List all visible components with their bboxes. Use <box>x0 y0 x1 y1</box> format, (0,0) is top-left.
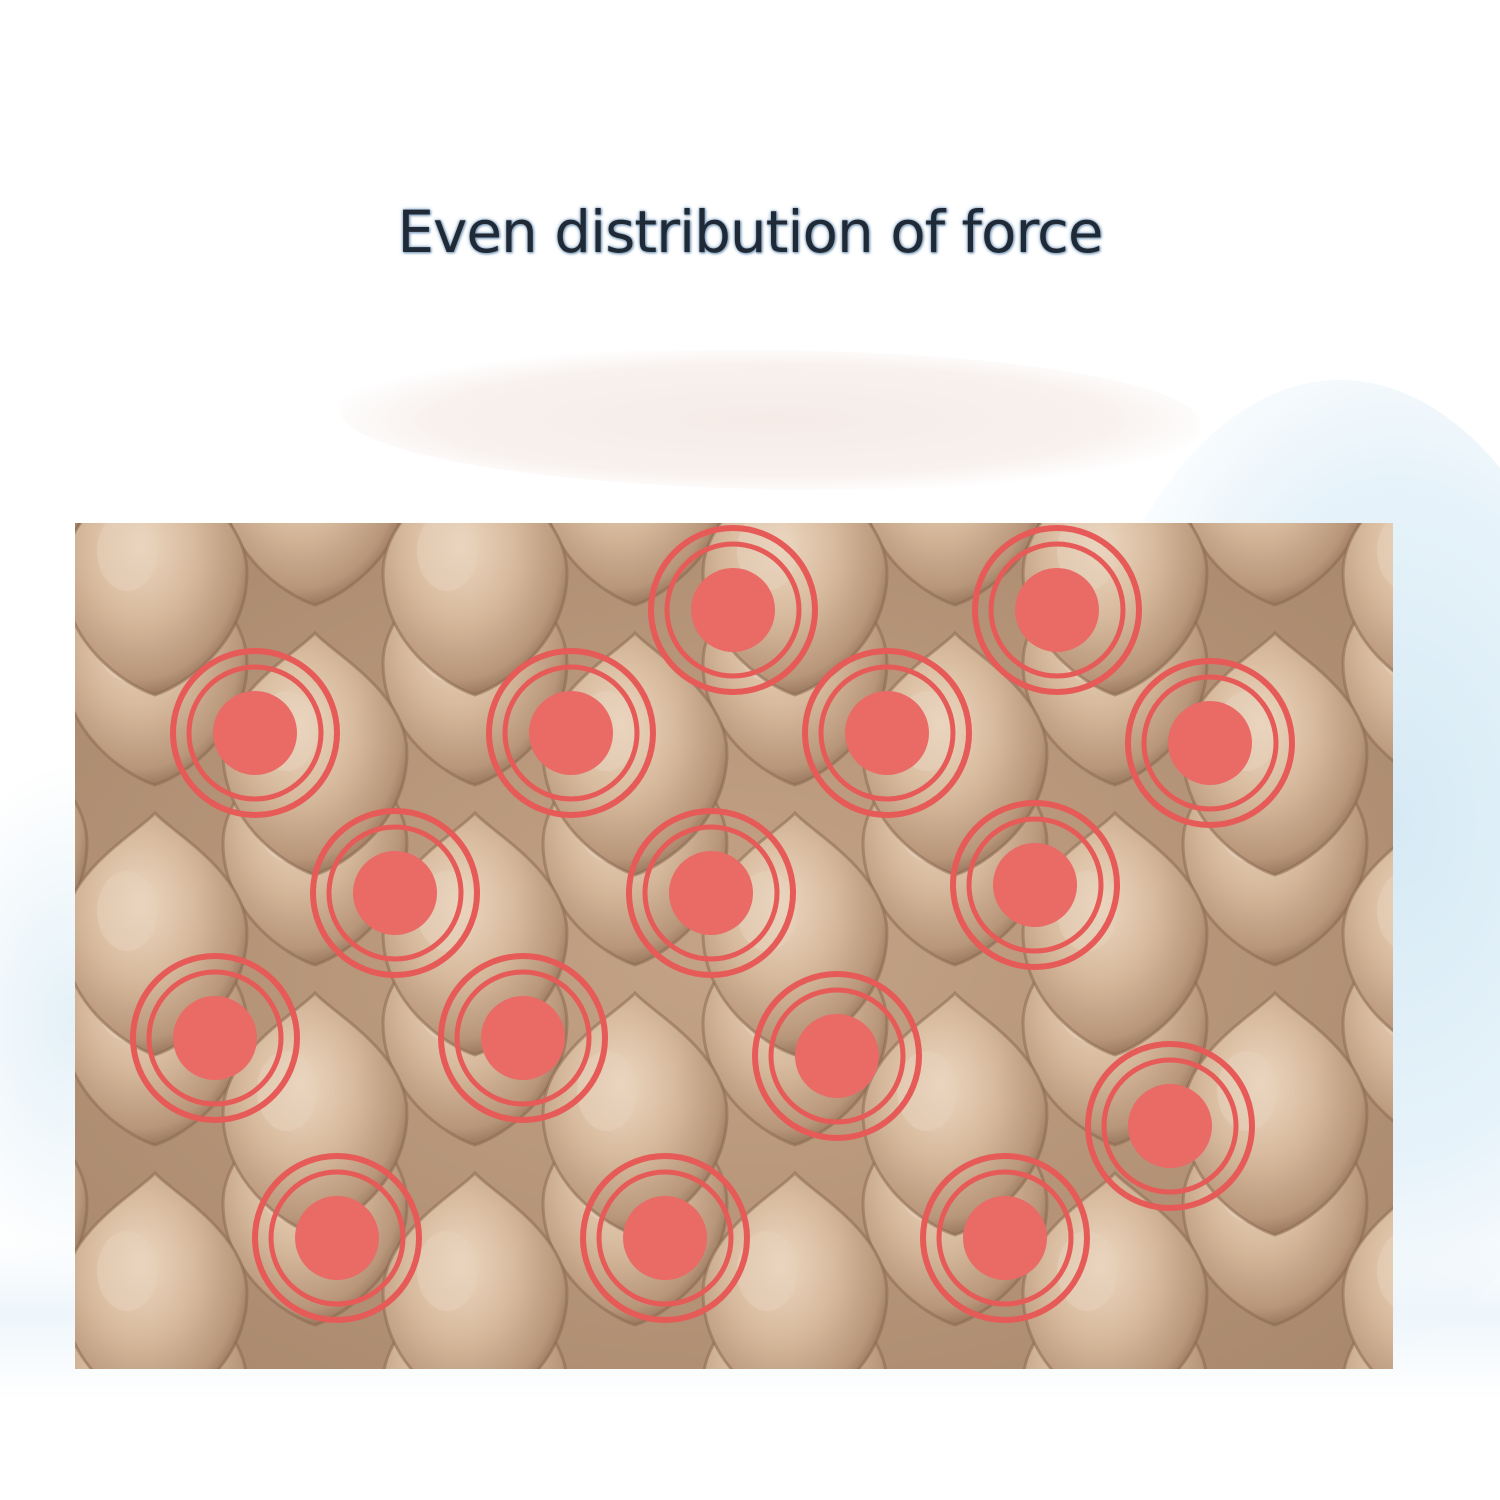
pressure-dot <box>1015 568 1099 652</box>
pressure-dot <box>353 851 437 935</box>
air-cell-highlight <box>97 871 157 951</box>
air-cell-highlight <box>897 1051 957 1131</box>
pressure-dot <box>481 996 565 1080</box>
pressure-dot <box>529 691 613 775</box>
air-cell-highlight <box>97 1231 157 1311</box>
pressure-dot <box>691 568 775 652</box>
pressure-dot <box>963 1196 1047 1280</box>
pressure-dot <box>295 1196 379 1280</box>
pressure-dot <box>213 691 297 775</box>
pressure-dot <box>1128 1084 1212 1168</box>
pressure-dot <box>1168 701 1252 785</box>
pressure-dot <box>845 691 929 775</box>
air-cell-highlight <box>417 1231 477 1311</box>
air-cell-highlight <box>257 1051 317 1131</box>
pressure-dot <box>173 996 257 1080</box>
pressure-dot <box>623 1196 707 1280</box>
air-cell-mattress-icon <box>75 523 1393 1369</box>
pressure-dot <box>993 843 1077 927</box>
pressure-dot <box>669 851 753 935</box>
product-feature-graphic: Even distribution of force <box>0 0 1500 1500</box>
air-mattress-image <box>75 523 1393 1369</box>
headline: Even distribution of force <box>397 198 1103 266</box>
background-smudge <box>340 350 1200 490</box>
pressure-dot <box>795 1014 879 1098</box>
